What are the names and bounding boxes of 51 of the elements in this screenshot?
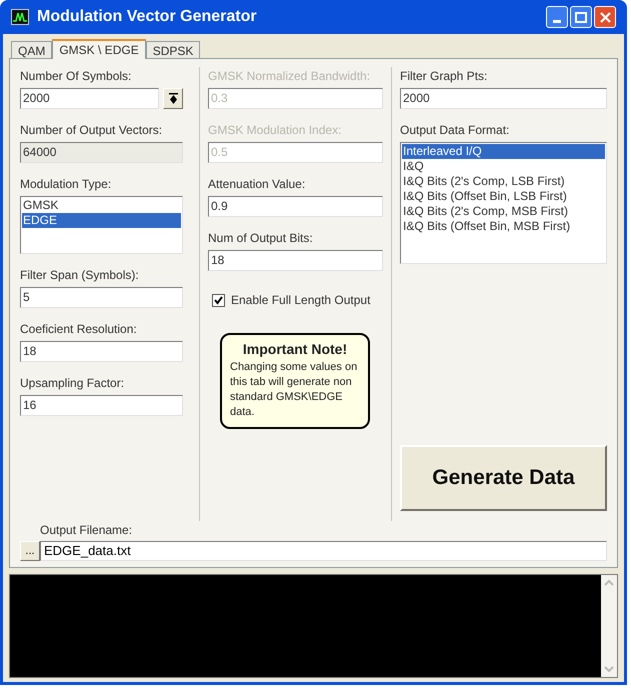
output-filename-field[interactable]: EDGE_data.txt	[40, 541, 607, 561]
spin-icon	[168, 93, 178, 104]
field-label: Num of Output Bits:	[208, 230, 314, 247]
list-item[interactable]: GMSK	[22, 198, 181, 213]
tab[interactable]: QAM	[11, 41, 52, 58]
checkbox-label: Enable Full Length Output	[231, 292, 370, 309]
input-field[interactable]: 2000	[400, 88, 607, 109]
field-label: Attenuation Value:	[208, 176, 306, 193]
note-title: Important Note!	[242, 340, 348, 359]
close-icon	[600, 12, 610, 22]
field-label: Output Data Format:	[400, 122, 510, 139]
note-text: Changing some values on this tab will generate non standard GMSK\EDGE data.	[230, 360, 358, 420]
input-field[interactable]: 2000	[20, 88, 159, 109]
input-field[interactable]: 18	[208, 250, 383, 271]
field-label: Number of Output Vectors:	[20, 122, 164, 139]
list-item[interactable]: EDGE	[22, 213, 181, 228]
list-item[interactable]: Interleaved I/Q	[402, 144, 605, 159]
input-field[interactable]: 16	[20, 395, 183, 416]
close-button[interactable]	[594, 6, 616, 28]
list-item[interactable]: I&Q	[402, 159, 605, 174]
field-label: GMSK Normalized Bandwidth:	[208, 68, 372, 85]
field-label: Modulation Type:	[20, 176, 112, 193]
tab[interactable]: SDPSK	[146, 41, 200, 58]
minimize-icon	[553, 20, 561, 23]
list-box[interactable]: GMSK EDGE	[20, 196, 183, 254]
output-filename-label: Output Filename:	[40, 522, 134, 539]
field-label: Coeficient Resolution:	[20, 321, 138, 338]
checkbox[interactable]	[212, 294, 225, 306]
browse-button[interactable]: ...	[20, 541, 40, 561]
list-item[interactable]: I&Q Bits (2's Comp, MSB First)	[402, 204, 605, 219]
input-field[interactable]: 64000	[20, 142, 183, 163]
field-label: Number Of Symbols:	[20, 68, 132, 85]
field-label: Filter Graph Pts:	[400, 68, 488, 85]
app-icon	[11, 9, 29, 25]
spin-button[interactable]	[163, 88, 183, 109]
window-title: Modulation Vector Generator	[37, 7, 258, 27]
input-field[interactable]: 18	[20, 341, 183, 362]
input-field[interactable]: 0.9	[208, 196, 383, 217]
maximize-button[interactable]	[570, 6, 592, 28]
list-box[interactable]: Interleaved I/Q I&Q I&Q Bits (2's Comp, LSB First) I&Q Bits (Offset Bin, LSB First) I&Q Bits (2's Comp, MSB First) I&Q Bits (Offset Bin, MSB First)	[400, 142, 607, 264]
list-item[interactable]: I&Q Bits (2's Comp, LSB First)	[402, 174, 605, 189]
input-field[interactable]: 5	[20, 287, 183, 308]
minimize-button[interactable]	[546, 6, 568, 28]
tab[interactable]: GMSK \ EDGE	[52, 39, 146, 59]
list-item[interactable]: I&Q Bits (Offset Bin, MSB First)	[402, 219, 605, 234]
field-label: Filter Span (Symbols):	[20, 267, 140, 284]
generate-data-button[interactable]: Generate Data	[400, 445, 607, 511]
field-label: GMSK Modulation Index:	[208, 122, 342, 139]
maximize-icon	[575, 12, 587, 22]
list-item[interactable]: I&Q Bits (Offset Bin, LSB First)	[402, 189, 605, 204]
field-label: Upsampling Factor:	[20, 375, 126, 392]
